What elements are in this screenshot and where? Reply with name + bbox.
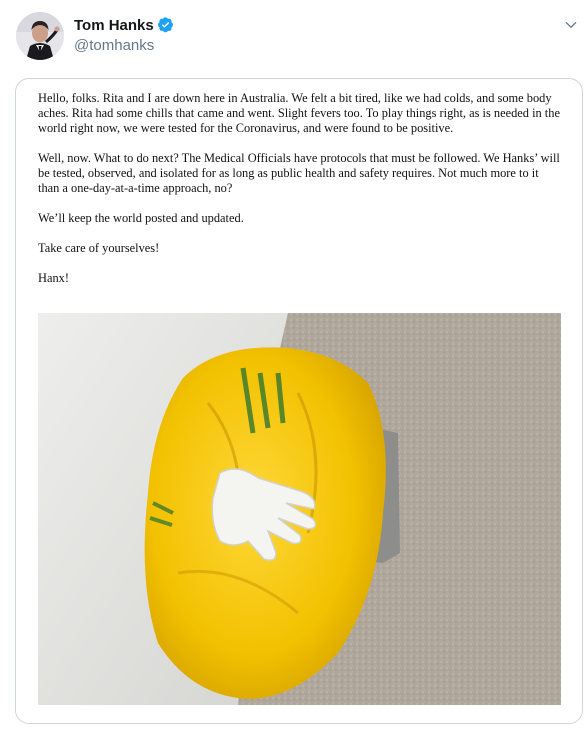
note-paragraph: Hello, folks. Rita and I are down here i… — [38, 91, 560, 135]
author-name-text[interactable]: Tom Hanks — [74, 17, 154, 34]
author-name[interactable]: Tom Hanks — [74, 16, 174, 34]
note-paragraph: We’ll keep the world posted and updated. — [38, 211, 244, 225]
note-paragraph: Well, now. What to do next? The Medical … — [38, 151, 560, 195]
tweet-header: Tom Hanks @tomhanks — [0, 0, 588, 68]
tweet-photo[interactable] — [38, 313, 561, 705]
tweet-media[interactable]: Hello, folks. Rita and I are down here i… — [15, 78, 583, 724]
note-paragraph: Take care of yourselves! — [38, 241, 160, 255]
notes-text: Hello, folks. Rita and I are down here i… — [38, 91, 562, 301]
note-paragraph: Hanx! — [38, 271, 69, 285]
author-handle[interactable]: @tomhanks — [74, 37, 154, 54]
avatar[interactable] — [16, 12, 64, 60]
verified-badge-icon — [157, 17, 173, 33]
avatar-image — [16, 12, 64, 60]
chevron-down-icon[interactable] — [564, 18, 578, 32]
